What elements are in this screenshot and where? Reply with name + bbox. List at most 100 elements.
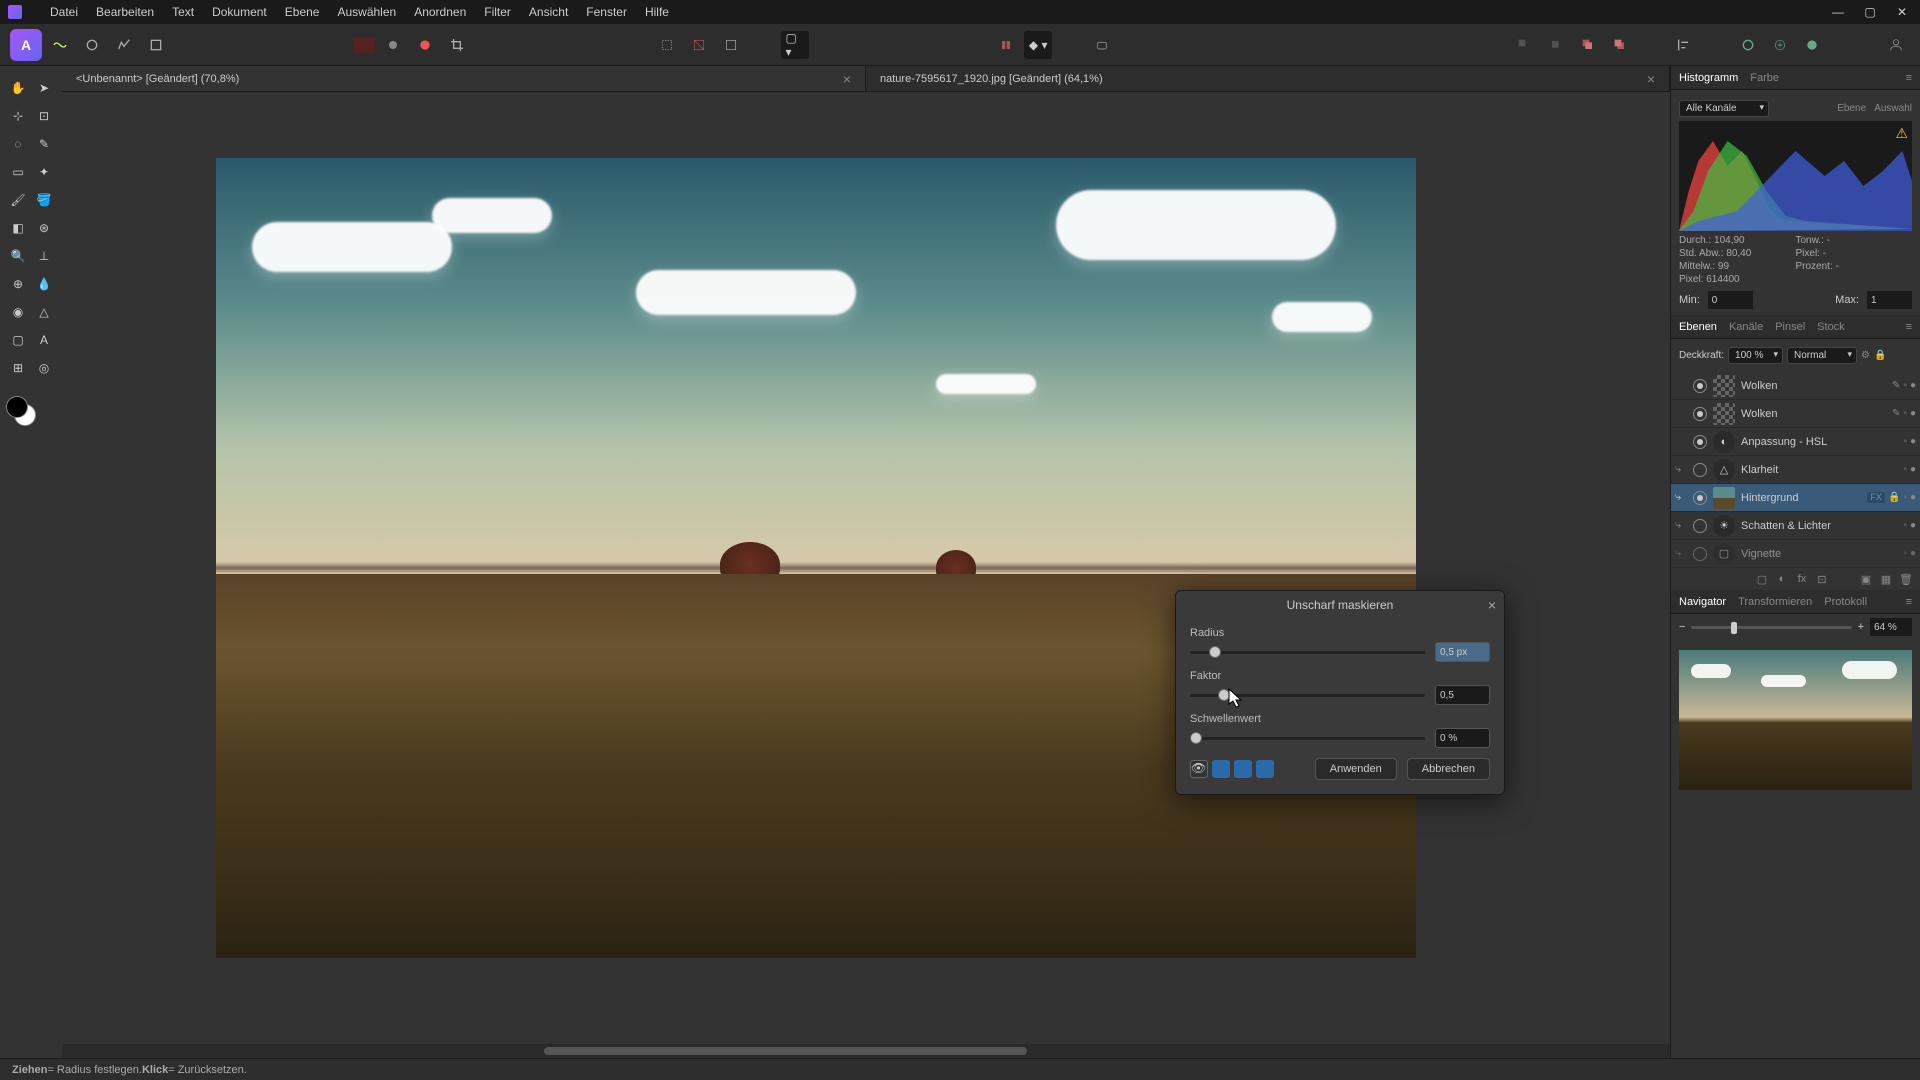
zoom-slider-thumb[interactable] (1731, 622, 1737, 634)
swatches-icon[interactable] (353, 37, 375, 53)
tab-navigator[interactable]: Navigator (1679, 596, 1726, 608)
factor-input[interactable] (1435, 685, 1490, 705)
color-wells[interactable] (0, 392, 62, 432)
marquee-tool-icon[interactable]: ▭ (6, 160, 30, 184)
visibility-toggle[interactable] (1693, 407, 1707, 421)
layer-name[interactable]: Schatten & Lichter (1741, 520, 1897, 532)
max-input[interactable] (1867, 291, 1912, 309)
layer-name[interactable]: Wolken (1741, 408, 1886, 420)
panel-menu-icon[interactable]: ≡ (1906, 321, 1912, 333)
visibility-toggle[interactable] (1693, 463, 1707, 477)
zoom-out-icon[interactable]: − (1679, 621, 1685, 633)
zoom-tool-icon[interactable]: 🔍 (6, 244, 30, 268)
tab-farbe[interactable]: Farbe (1750, 72, 1779, 84)
fill-tool-icon[interactable]: 🪣 (32, 188, 56, 212)
layer-name[interactable]: Klarheit (1741, 464, 1897, 476)
layer-row[interactable]: Wolken ✎◦● (1671, 372, 1920, 400)
menu-text[interactable]: Text (164, 2, 202, 22)
window-minimize[interactable]: — (1828, 2, 1848, 22)
layer-row[interactable]: Wolken ✎◦● (1671, 400, 1920, 428)
persona-export-icon[interactable] (142, 31, 170, 59)
add-sync-icon[interactable] (1766, 31, 1794, 59)
layer-name[interactable]: Anpassung - HSL (1741, 436, 1897, 448)
tab-stock[interactable]: Stock (1817, 321, 1845, 333)
color-wheel-icon[interactable] (411, 31, 439, 59)
order-front-icon[interactable] (1606, 31, 1634, 59)
preview-mode-1-icon[interactable]: 👁 (1190, 760, 1208, 778)
distribute-icon[interactable]: ◆ ▾ (1024, 31, 1052, 59)
window-close[interactable]: ✕ (1892, 2, 1912, 22)
delete-layer-icon[interactable]: 🗑 (1898, 571, 1914, 587)
menu-auswaehlen[interactable]: Auswählen (329, 2, 404, 22)
smudge-tool-icon[interactable]: 💧 (32, 272, 56, 296)
selection-rect-icon[interactable] (653, 31, 681, 59)
channels-dropdown[interactable]: Alle Kanäle (1679, 100, 1769, 117)
tab-histogramm[interactable]: Histogramm (1679, 72, 1738, 84)
layer-row[interactable]: ⤷ ▢ Vignette ◦● (1671, 540, 1920, 568)
menu-bearbeiten[interactable]: Bearbeiten (88, 2, 162, 22)
crop-tool-icon[interactable]: ⊡ (32, 104, 56, 128)
min-input[interactable] (1708, 291, 1753, 309)
threshold-slider[interactable] (1190, 737, 1425, 740)
menu-dokument[interactable]: Dokument (204, 2, 275, 22)
crop-tool-icon[interactable] (443, 31, 471, 59)
zoom-input[interactable] (1870, 618, 1912, 636)
foreground-color-well[interactable] (6, 396, 28, 418)
menu-datei[interactable]: Datei (42, 2, 86, 22)
horizontal-scrollbar[interactable] (62, 1044, 1670, 1058)
lock-icon[interactable]: ◦ (1903, 380, 1907, 391)
dodge-tool-icon[interactable]: ⊥ (32, 244, 56, 268)
menu-ansicht[interactable]: Ansicht (521, 2, 576, 22)
adjustment-icon[interactable]: ◐ (1774, 571, 1790, 587)
zoom-slider[interactable] (1691, 626, 1851, 629)
hand-tool-icon[interactable]: ✋ (6, 76, 30, 100)
panel-menu-icon[interactable]: ≡ (1906, 72, 1912, 84)
dialog-titlebar[interactable]: Unscharf maskieren × (1176, 591, 1504, 619)
healing-tool-icon[interactable]: ⊕ (6, 272, 30, 296)
layer-name[interactable]: Wolken (1741, 380, 1886, 392)
tab-kanaele[interactable]: Kanäle (1729, 321, 1763, 333)
account-icon[interactable] (1882, 31, 1910, 59)
adjustment-layers-icon[interactable] (379, 31, 407, 59)
factor-slider[interactable] (1190, 694, 1425, 697)
canvas-viewport[interactable] (62, 92, 1670, 1044)
lens-icon[interactable] (1088, 31, 1116, 59)
view-tool-icon[interactable]: ⊹ (6, 104, 30, 128)
align-left-icon[interactable] (1670, 31, 1698, 59)
menu-hilfe[interactable]: Hilfe (637, 2, 677, 22)
selection-brush-icon[interactable]: ◌ (6, 132, 30, 156)
apply-button[interactable]: Anwenden (1315, 758, 1397, 780)
menu-fenster[interactable]: Fenster (578, 2, 635, 22)
unsharp-mask-dialog[interactable]: Unscharf maskieren × Radius Faktor Schwe… (1175, 590, 1505, 795)
window-maximize[interactable]: ▢ (1860, 2, 1880, 22)
layer-name[interactable]: Hintergrund (1741, 492, 1861, 504)
pen-tool-icon[interactable]: ✎ (32, 132, 56, 156)
tab-transformieren[interactable]: Transformieren (1738, 596, 1812, 608)
fx-badge[interactable]: FX (1867, 492, 1885, 503)
flood-select-icon[interactable]: ✦ (32, 160, 56, 184)
radius-slider[interactable] (1190, 651, 1425, 654)
edit-icon[interactable]: ✎ (1892, 380, 1900, 391)
layer-row-selected[interactable]: ⤷ Hintergrund FX🔒◦● (1671, 484, 1920, 512)
layer-row[interactable]: ⤷ △ Klarheit ◦● (1671, 456, 1920, 484)
blur-tool-icon[interactable]: ◉ (6, 300, 30, 324)
clone-tool-icon[interactable]: ⊛ (32, 216, 56, 240)
gear-icon[interactable]: ⚙ (1861, 350, 1870, 361)
tab-protokoll[interactable]: Protokoll (1824, 596, 1867, 608)
rectangle-tool-icon[interactable]: ▢ (6, 328, 30, 352)
menu-anordnen[interactable]: Anordnen (406, 2, 474, 22)
persona-tone-icon[interactable] (110, 31, 138, 59)
order-backward-icon[interactable] (1542, 31, 1570, 59)
blend-mode-dropdown[interactable]: Normal (1787, 347, 1857, 364)
slider-thumb[interactable] (1190, 732, 1202, 744)
move-tool-icon[interactable]: ➤ (32, 76, 56, 100)
preview-mode-4-icon[interactable] (1256, 760, 1274, 778)
radius-input[interactable] (1435, 642, 1490, 662)
close-icon[interactable]: × (1647, 71, 1655, 87)
tab-unbenannt[interactable]: <Unbenannt> [Geändert] (70,8%) × (62, 66, 866, 91)
panel-menu-icon[interactable]: ≡ (1906, 596, 1912, 608)
visibility-toggle[interactable] (1693, 379, 1707, 393)
order-forward-icon[interactable] (1574, 31, 1602, 59)
visibility-toggle[interactable] (1693, 491, 1707, 505)
cloud-sync-icon[interactable] (1798, 31, 1826, 59)
